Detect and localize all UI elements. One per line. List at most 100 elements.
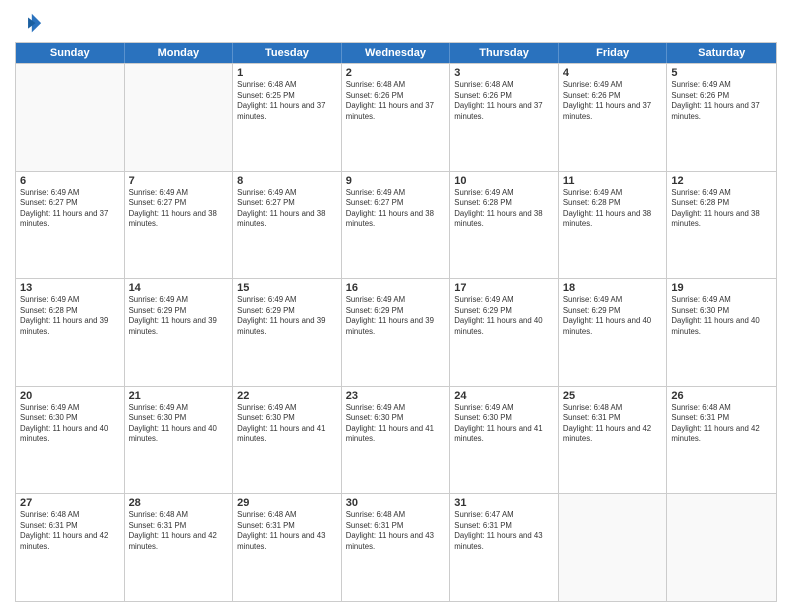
header-cell-wednesday: Wednesday — [342, 43, 451, 63]
calendar-cell: 6Sunrise: 6:49 AM Sunset: 6:27 PM Daylig… — [16, 172, 125, 279]
calendar-cell: 7Sunrise: 6:49 AM Sunset: 6:27 PM Daylig… — [125, 172, 234, 279]
cell-info: Sunrise: 6:48 AM Sunset: 6:31 PM Dayligh… — [346, 510, 446, 552]
day-number: 11 — [563, 175, 663, 187]
header-cell-friday: Friday — [559, 43, 668, 63]
day-number: 10 — [454, 175, 554, 187]
header-cell-thursday: Thursday — [450, 43, 559, 63]
calendar-cell: 20Sunrise: 6:49 AM Sunset: 6:30 PM Dayli… — [16, 387, 125, 494]
cell-info: Sunrise: 6:49 AM Sunset: 6:29 PM Dayligh… — [237, 295, 337, 337]
calendar: SundayMondayTuesdayWednesdayThursdayFrid… — [15, 42, 777, 602]
day-number: 30 — [346, 497, 446, 509]
calendar-cell: 9Sunrise: 6:49 AM Sunset: 6:27 PM Daylig… — [342, 172, 451, 279]
cell-info: Sunrise: 6:48 AM Sunset: 6:25 PM Dayligh… — [237, 80, 337, 122]
page: SundayMondayTuesdayWednesdayThursdayFrid… — [0, 0, 792, 612]
day-number: 29 — [237, 497, 337, 509]
cell-info: Sunrise: 6:48 AM Sunset: 6:31 PM Dayligh… — [563, 403, 663, 445]
cell-info: Sunrise: 6:49 AM Sunset: 6:30 PM Dayligh… — [20, 403, 120, 445]
header-cell-monday: Monday — [125, 43, 234, 63]
day-number: 31 — [454, 497, 554, 509]
day-number: 27 — [20, 497, 120, 509]
cell-info: Sunrise: 6:48 AM Sunset: 6:26 PM Dayligh… — [454, 80, 554, 122]
calendar-cell: 3Sunrise: 6:48 AM Sunset: 6:26 PM Daylig… — [450, 64, 559, 171]
calendar-cell: 29Sunrise: 6:48 AM Sunset: 6:31 PM Dayli… — [233, 494, 342, 601]
day-number: 6 — [20, 175, 120, 187]
calendar-cell: 8Sunrise: 6:49 AM Sunset: 6:27 PM Daylig… — [233, 172, 342, 279]
day-number: 5 — [671, 67, 772, 79]
day-number: 14 — [129, 282, 229, 294]
calendar-cell — [16, 64, 125, 171]
day-number: 18 — [563, 282, 663, 294]
day-number: 28 — [129, 497, 229, 509]
calendar-cell: 2Sunrise: 6:48 AM Sunset: 6:26 PM Daylig… — [342, 64, 451, 171]
calendar-cell: 28Sunrise: 6:48 AM Sunset: 6:31 PM Dayli… — [125, 494, 234, 601]
cell-info: Sunrise: 6:49 AM Sunset: 6:29 PM Dayligh… — [346, 295, 446, 337]
calendar-cell: 10Sunrise: 6:49 AM Sunset: 6:28 PM Dayli… — [450, 172, 559, 279]
day-number: 4 — [563, 67, 663, 79]
day-number: 12 — [671, 175, 772, 187]
day-number: 24 — [454, 390, 554, 402]
cell-info: Sunrise: 6:49 AM Sunset: 6:27 PM Dayligh… — [20, 188, 120, 230]
day-number: 21 — [129, 390, 229, 402]
cell-info: Sunrise: 6:48 AM Sunset: 6:31 PM Dayligh… — [237, 510, 337, 552]
calendar-cell: 25Sunrise: 6:48 AM Sunset: 6:31 PM Dayli… — [559, 387, 668, 494]
calendar-row-3: 20Sunrise: 6:49 AM Sunset: 6:30 PM Dayli… — [16, 386, 776, 494]
calendar-cell: 26Sunrise: 6:48 AM Sunset: 6:31 PM Dayli… — [667, 387, 776, 494]
calendar-header-row: SundayMondayTuesdayWednesdayThursdayFrid… — [16, 43, 776, 63]
cell-info: Sunrise: 6:49 AM Sunset: 6:30 PM Dayligh… — [237, 403, 337, 445]
cell-info: Sunrise: 6:49 AM Sunset: 6:27 PM Dayligh… — [237, 188, 337, 230]
calendar-cell: 14Sunrise: 6:49 AM Sunset: 6:29 PM Dayli… — [125, 279, 234, 386]
day-number: 16 — [346, 282, 446, 294]
cell-info: Sunrise: 6:49 AM Sunset: 6:26 PM Dayligh… — [671, 80, 772, 122]
cell-info: Sunrise: 6:48 AM Sunset: 6:31 PM Dayligh… — [129, 510, 229, 552]
calendar-body: 1Sunrise: 6:48 AM Sunset: 6:25 PM Daylig… — [16, 63, 776, 601]
logo — [15, 10, 45, 38]
day-number: 23 — [346, 390, 446, 402]
cell-info: Sunrise: 6:49 AM Sunset: 6:28 PM Dayligh… — [20, 295, 120, 337]
calendar-row-0: 1Sunrise: 6:48 AM Sunset: 6:25 PM Daylig… — [16, 63, 776, 171]
header-cell-tuesday: Tuesday — [233, 43, 342, 63]
cell-info: Sunrise: 6:49 AM Sunset: 6:27 PM Dayligh… — [129, 188, 229, 230]
calendar-cell: 27Sunrise: 6:48 AM Sunset: 6:31 PM Dayli… — [16, 494, 125, 601]
calendar-cell: 30Sunrise: 6:48 AM Sunset: 6:31 PM Dayli… — [342, 494, 451, 601]
day-number: 7 — [129, 175, 229, 187]
calendar-row-4: 27Sunrise: 6:48 AM Sunset: 6:31 PM Dayli… — [16, 493, 776, 601]
day-number: 1 — [237, 67, 337, 79]
day-number: 22 — [237, 390, 337, 402]
calendar-cell: 17Sunrise: 6:49 AM Sunset: 6:29 PM Dayli… — [450, 279, 559, 386]
calendar-cell: 18Sunrise: 6:49 AM Sunset: 6:29 PM Dayli… — [559, 279, 668, 386]
calendar-cell — [559, 494, 668, 601]
day-number: 9 — [346, 175, 446, 187]
logo-icon — [15, 10, 43, 38]
day-number: 26 — [671, 390, 772, 402]
cell-info: Sunrise: 6:49 AM Sunset: 6:30 PM Dayligh… — [346, 403, 446, 445]
cell-info: Sunrise: 6:49 AM Sunset: 6:28 PM Dayligh… — [671, 188, 772, 230]
calendar-cell: 5Sunrise: 6:49 AM Sunset: 6:26 PM Daylig… — [667, 64, 776, 171]
calendar-cell: 16Sunrise: 6:49 AM Sunset: 6:29 PM Dayli… — [342, 279, 451, 386]
cell-info: Sunrise: 6:47 AM Sunset: 6:31 PM Dayligh… — [454, 510, 554, 552]
cell-info: Sunrise: 6:49 AM Sunset: 6:29 PM Dayligh… — [454, 295, 554, 337]
calendar-cell — [667, 494, 776, 601]
cell-info: Sunrise: 6:49 AM Sunset: 6:30 PM Dayligh… — [671, 295, 772, 337]
calendar-cell: 1Sunrise: 6:48 AM Sunset: 6:25 PM Daylig… — [233, 64, 342, 171]
calendar-cell: 15Sunrise: 6:49 AM Sunset: 6:29 PM Dayli… — [233, 279, 342, 386]
calendar-cell — [125, 64, 234, 171]
day-number: 2 — [346, 67, 446, 79]
calendar-cell: 13Sunrise: 6:49 AM Sunset: 6:28 PM Dayli… — [16, 279, 125, 386]
calendar-cell: 22Sunrise: 6:49 AM Sunset: 6:30 PM Dayli… — [233, 387, 342, 494]
cell-info: Sunrise: 6:49 AM Sunset: 6:29 PM Dayligh… — [129, 295, 229, 337]
calendar-cell: 12Sunrise: 6:49 AM Sunset: 6:28 PM Dayli… — [667, 172, 776, 279]
cell-info: Sunrise: 6:49 AM Sunset: 6:28 PM Dayligh… — [454, 188, 554, 230]
calendar-cell: 31Sunrise: 6:47 AM Sunset: 6:31 PM Dayli… — [450, 494, 559, 601]
cell-info: Sunrise: 6:49 AM Sunset: 6:27 PM Dayligh… — [346, 188, 446, 230]
day-number: 17 — [454, 282, 554, 294]
cell-info: Sunrise: 6:48 AM Sunset: 6:31 PM Dayligh… — [20, 510, 120, 552]
day-number: 15 — [237, 282, 337, 294]
day-number: 13 — [20, 282, 120, 294]
calendar-cell: 21Sunrise: 6:49 AM Sunset: 6:30 PM Dayli… — [125, 387, 234, 494]
day-number: 20 — [20, 390, 120, 402]
cell-info: Sunrise: 6:49 AM Sunset: 6:30 PM Dayligh… — [129, 403, 229, 445]
calendar-cell: 23Sunrise: 6:49 AM Sunset: 6:30 PM Dayli… — [342, 387, 451, 494]
cell-info: Sunrise: 6:49 AM Sunset: 6:30 PM Dayligh… — [454, 403, 554, 445]
calendar-cell: 19Sunrise: 6:49 AM Sunset: 6:30 PM Dayli… — [667, 279, 776, 386]
calendar-cell: 11Sunrise: 6:49 AM Sunset: 6:28 PM Dayli… — [559, 172, 668, 279]
